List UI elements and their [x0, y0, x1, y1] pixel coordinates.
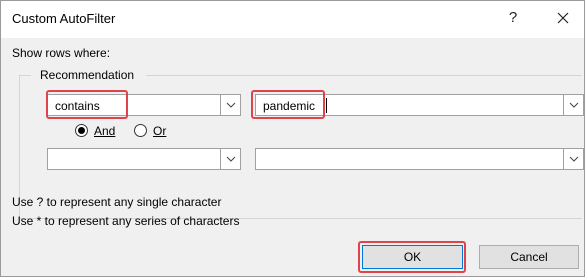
or-radio[interactable] [134, 124, 147, 137]
chevron-down-icon[interactable] [220, 149, 240, 169]
criteria1-value-text: pandemic [263, 99, 316, 113]
close-icon [557, 12, 569, 24]
hint-single-char: Use ? to represent any single character [12, 195, 222, 209]
criteria2-operator-select[interactable] [47, 148, 241, 170]
criteria1-operator-select[interactable]: contains [47, 94, 241, 116]
ok-button[interactable]: OK [362, 245, 463, 269]
chevron-down-icon[interactable] [563, 95, 583, 115]
criteria1-operator-value: contains [55, 99, 100, 113]
hint-series-chars: Use * to represent any series of charact… [12, 214, 240, 228]
text-caret [326, 98, 327, 113]
chevron-down-icon[interactable] [563, 149, 583, 169]
show-rows-label: Show rows where: [12, 46, 111, 60]
field-name-label: Recommendation [37, 68, 138, 82]
criteria2-value-input[interactable] [255, 148, 584, 170]
close-button[interactable] [550, 6, 576, 30]
or-radio-label[interactable]: Or [153, 124, 166, 138]
criteria1-value-input[interactable]: pandemic [255, 94, 584, 116]
group-border-top-left [19, 75, 31, 76]
dialog-body: Show rows where: Recommendation contains… [1, 38, 584, 276]
cancel-button[interactable]: Cancel [479, 245, 579, 269]
chevron-down-icon[interactable] [220, 95, 240, 115]
dialog-title: Custom AutoFilter [12, 11, 116, 26]
custom-autofilter-dialog: Custom AutoFilter ? Show rows where: Rec… [0, 0, 585, 277]
and-radio-label[interactable]: And [94, 124, 115, 138]
and-radio[interactable] [75, 124, 88, 137]
group-border-top [146, 75, 582, 76]
help-button[interactable]: ? [500, 6, 526, 30]
title-bar: Custom AutoFilter ? [1, 1, 584, 37]
